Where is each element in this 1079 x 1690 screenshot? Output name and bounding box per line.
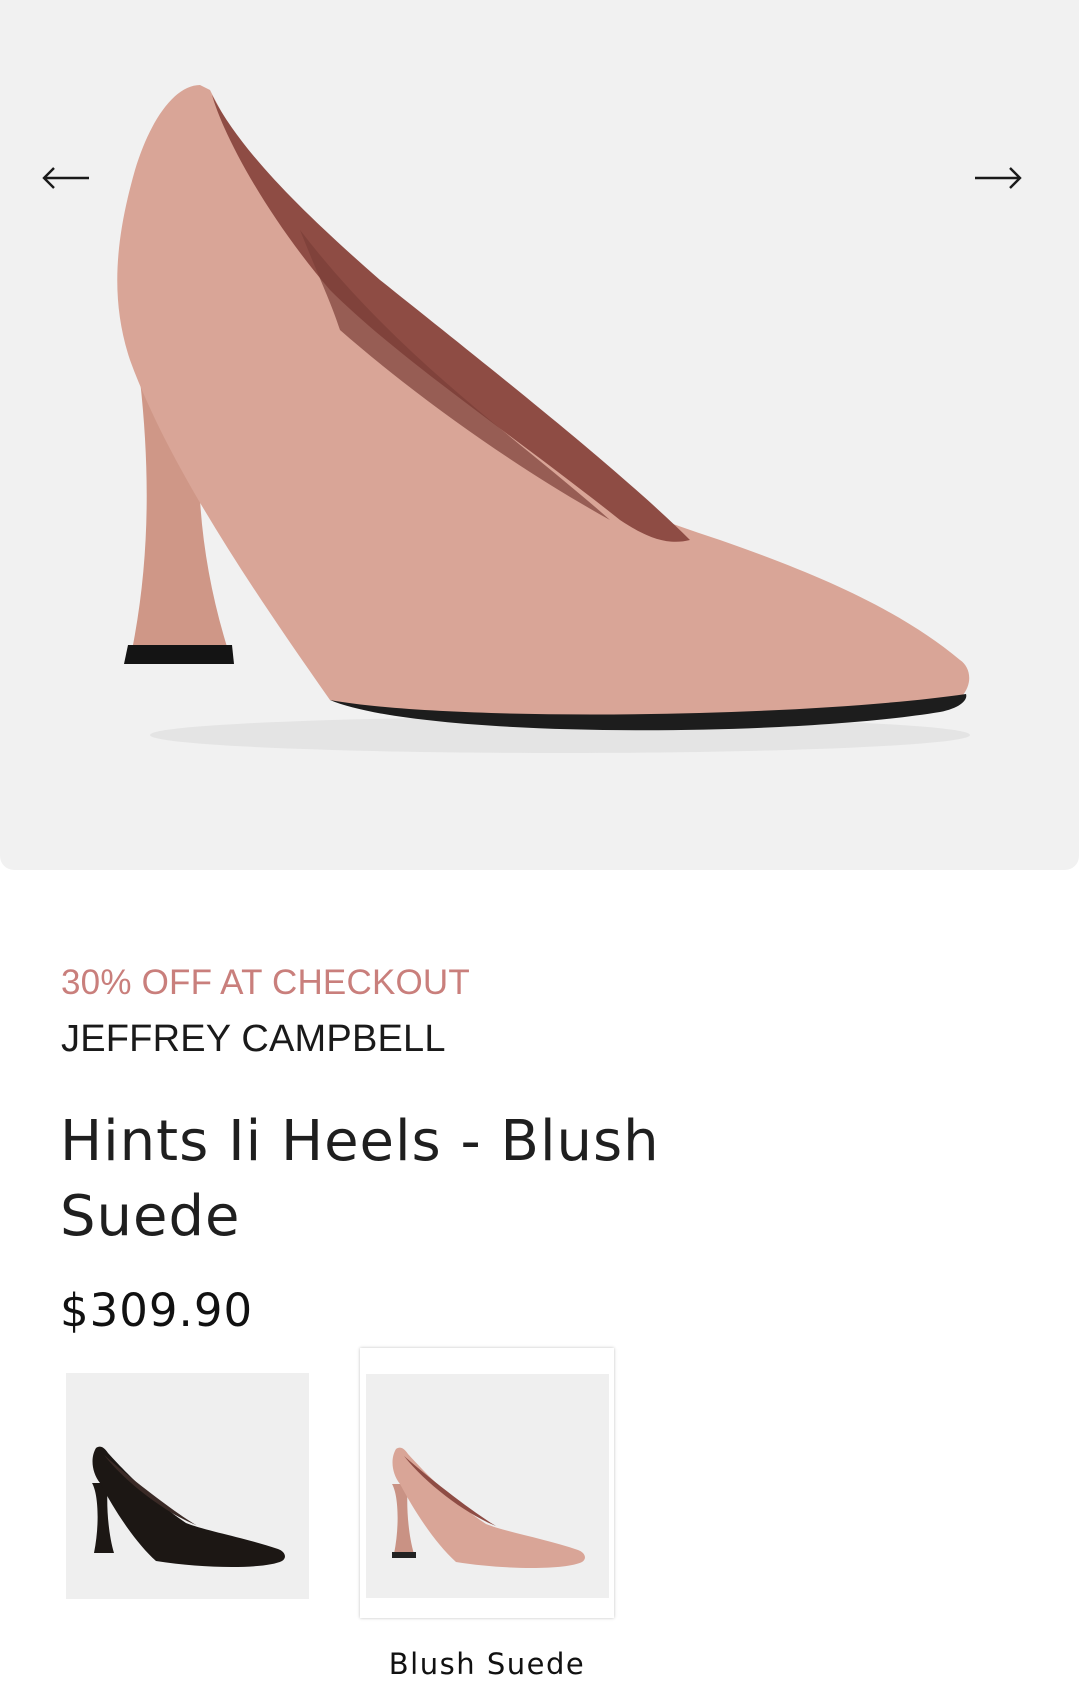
product-image-gallery[interactable]: [0, 0, 1079, 870]
previous-image-button[interactable]: [36, 150, 96, 206]
variant-image-blush-shoe: [392, 1447, 585, 1568]
brand-name[interactable]: JEFFREY CAMPBELL: [61, 1018, 446, 1061]
product-image: [117, 85, 970, 753]
product-price: $309.90: [60, 1284, 254, 1337]
variant-swatch-blush-suede[interactable]: [360, 1348, 614, 1618]
variant-swatch-black[interactable]: [66, 1373, 309, 1599]
next-image-button[interactable]: [968, 150, 1028, 206]
product-title: Hints Ii Heels - Blush Suede: [60, 1109, 660, 1249]
selected-variant-label: Blush Suede: [388, 1647, 586, 1681]
promo-text: 30% OFF AT CHECKOUT: [61, 963, 470, 1002]
variant-image-black-shoe: [92, 1446, 285, 1567]
arrow-left-icon: [42, 167, 89, 189]
arrow-right-icon: [975, 167, 1022, 189]
